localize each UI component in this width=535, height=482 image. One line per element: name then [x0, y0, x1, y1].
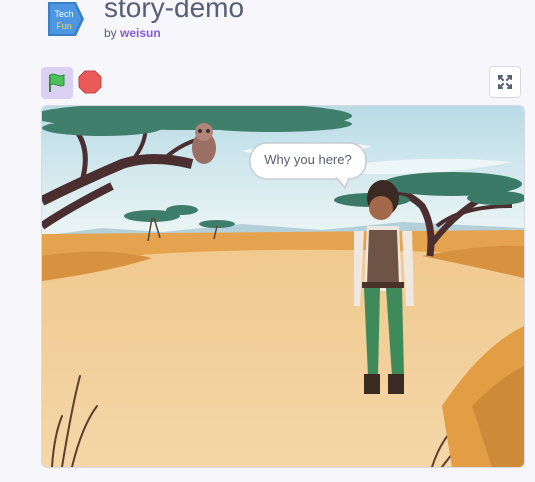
thumbnail-text-bottom: Fun: [56, 21, 72, 31]
project-thumbnail-logo[interactable]: Tech Fun: [46, 0, 86, 38]
project-header: Tech Fun story-demo by weisun: [0, 0, 535, 60]
speech-bubble-text: Why you here?: [264, 152, 352, 167]
green-flag-button[interactable]: [41, 67, 73, 99]
project-title: story-demo: [104, 0, 245, 23]
project-stage[interactable]: Why you here?: [41, 105, 525, 468]
project-byline: by weisun: [104, 26, 161, 40]
green-flag-icon: [49, 73, 65, 92]
owl-sprite: [192, 123, 216, 164]
stop-button[interactable]: [78, 70, 102, 94]
stop-sign-icon: [78, 70, 102, 94]
thumbnail-text-top: Tech: [54, 9, 73, 19]
author-link[interactable]: weisun: [120, 26, 161, 40]
fullscreen-button[interactable]: [489, 66, 521, 98]
by-label: by: [104, 26, 117, 40]
fullscreen-icon: [498, 75, 512, 89]
speech-bubble: Why you here?: [249, 142, 367, 190]
